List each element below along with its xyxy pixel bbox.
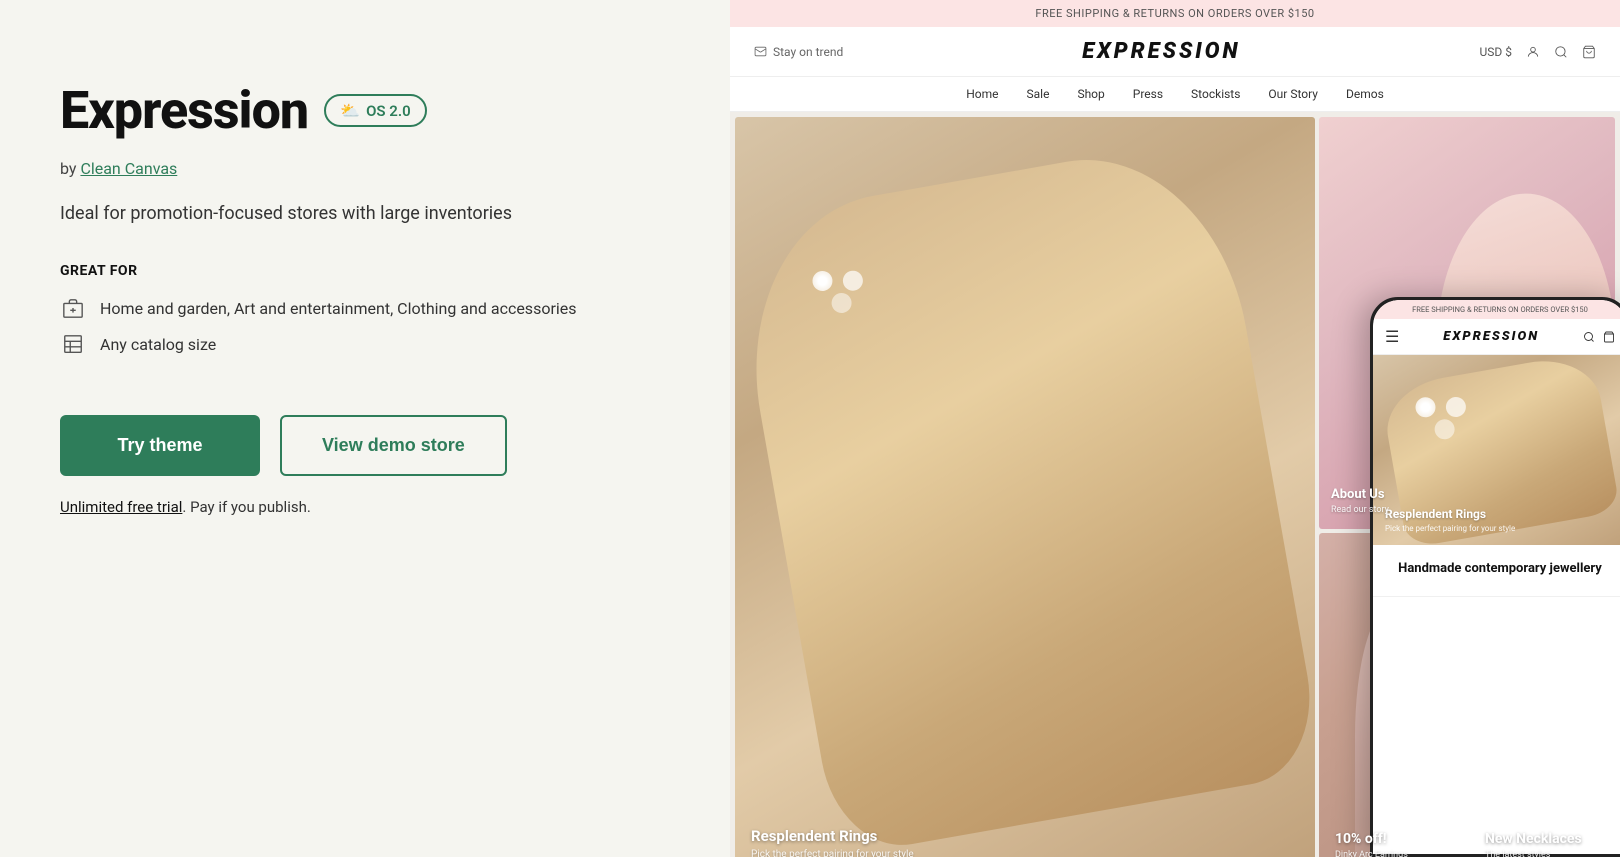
store-icon: [60, 297, 86, 319]
jewelry-hand-visual: [735, 117, 1315, 857]
action-buttons: Try theme View demo store: [60, 415, 670, 476]
theme-title: Expression: [60, 80, 308, 141]
unlimited-trial-link[interactable]: Unlimited free trial: [60, 498, 182, 516]
mobile-hero-caption: Resplendent Rings Pick the perfect pairi…: [1385, 507, 1515, 533]
author-link[interactable]: Clean Canvas: [80, 159, 177, 178]
cart-icon[interactable]: [1582, 45, 1596, 59]
mobile-hero: Resplendent Rings Pick the perfect pairi…: [1373, 355, 1620, 545]
about-subtitle: Read our story: [1331, 505, 1389, 515]
feature-text-1: Home and garden, Art and entertainment, …: [100, 299, 577, 318]
mobile-text-section: Handmade contemporary jewellery: [1373, 545, 1620, 597]
account-icon[interactable]: [1526, 45, 1540, 59]
theme-description: Ideal for promotion-focused stores with …: [60, 200, 670, 227]
hero-title: Resplendent Rings: [751, 827, 914, 845]
view-demo-button[interactable]: View demo store: [280, 415, 507, 476]
promo1-subtitle: Dinky Arc Earrings: [1335, 850, 1408, 857]
feature-item-2: Any catalog size: [60, 333, 670, 355]
mobile-inner: FREE SHIPPING & RETURNS ON ORDERS OVER $…: [1373, 300, 1620, 854]
mobile-top-bar: FREE SHIPPING & RETURNS ON ORDERS OVER $…: [1373, 300, 1620, 319]
great-for-label: GREAT FOR: [60, 263, 670, 279]
store-top-bar: FREE SHIPPING & RETURNS ON ORDERS OVER $…: [730, 0, 1620, 27]
right-panel: FREE SHIPPING & RETURNS ON ORDERS OVER $…: [730, 0, 1620, 857]
catalog-icon: [60, 333, 86, 355]
feature-item-1: Home and garden, Art and entertainment, …: [60, 297, 670, 319]
mobile-hero-subtitle: Pick the perfect pairing for your style: [1385, 524, 1515, 533]
mobile-cart-icon[interactable]: [1603, 331, 1615, 343]
nav-press[interactable]: Press: [1133, 87, 1163, 101]
store-logo: EXPRESSION: [1082, 39, 1240, 64]
store-header: Stay on trend EXPRESSION USD $: [730, 27, 1620, 77]
necklaces-caption: New Necklaces The latest styles: [1485, 831, 1582, 857]
stay-on-trend: Stay on trend: [773, 45, 843, 59]
currency-selector[interactable]: USD $: [1479, 45, 1512, 59]
author-line: by Clean Canvas: [60, 159, 670, 178]
try-theme-button[interactable]: Try theme: [60, 415, 260, 476]
left-panel: Expression ⛅ OS 2.0 by Clean Canvas Idea…: [0, 0, 730, 857]
hand-decoration: [735, 136, 1315, 857]
search-icon[interactable]: [1554, 45, 1568, 59]
free-trial-text: Unlimited free trial. Pay if you publish…: [60, 498, 670, 516]
mobile-mockup: FREE SHIPPING & RETURNS ON ORDERS OVER $…: [1370, 297, 1620, 857]
nav-sale[interactable]: Sale: [1027, 87, 1050, 101]
about-title: About Us: [1331, 487, 1389, 502]
os-badge: ⛅ OS 2.0: [324, 94, 427, 127]
nav-our-story[interactable]: Our Story: [1268, 87, 1318, 101]
store-nav: Home Sale Shop Press Stockists Our Story…: [730, 77, 1620, 112]
earrings-caption: 10% off! Dinky Arc Earrings: [1335, 831, 1408, 857]
hero-caption: Resplendent Rings Pick the perfect pairi…: [751, 827, 914, 857]
title-row: Expression ⛅ OS 2.0: [60, 80, 670, 141]
nav-home[interactable]: Home: [966, 87, 998, 101]
store-header-left: Stay on trend: [754, 45, 843, 59]
nav-shop[interactable]: Shop: [1077, 87, 1104, 101]
feature-text-2: Any catalog size: [100, 335, 216, 354]
feature-list: Home and garden, Art and entertainment, …: [60, 297, 670, 355]
store-header-right: USD $: [1479, 45, 1596, 59]
mobile-search-icon[interactable]: [1583, 331, 1595, 343]
mobile-hero-title: Resplendent Rings: [1385, 507, 1515, 521]
nav-demos[interactable]: Demos: [1346, 87, 1384, 101]
promo1-title: 10% off!: [1335, 831, 1408, 847]
promo2-subtitle: The latest styles: [1485, 850, 1582, 857]
mobile-logo: EXPRESSION: [1443, 329, 1539, 344]
os-badge-icon: ⛅: [340, 101, 360, 120]
mobile-header: ☰ EXPRESSION: [1373, 319, 1620, 355]
mobile-bottom-text: Handmade contemporary jewellery: [1385, 561, 1615, 576]
desktop-mockup: FREE SHIPPING & RETURNS ON ORDERS OVER $…: [730, 0, 1620, 857]
email-icon: [754, 45, 767, 58]
mobile-header-icons: [1583, 331, 1615, 343]
mobile-menu-icon[interactable]: ☰: [1385, 327, 1399, 346]
promo2-title: New Necklaces: [1485, 831, 1582, 847]
nav-stockists[interactable]: Stockists: [1191, 87, 1240, 101]
about-caption: About Us Read our story: [1331, 487, 1389, 515]
hero-image-cell: Resplendent Rings Pick the perfect pairi…: [735, 117, 1315, 857]
hero-subtitle: Pick the perfect pairing for your style: [751, 849, 914, 857]
os-badge-label: OS 2.0: [366, 102, 411, 120]
